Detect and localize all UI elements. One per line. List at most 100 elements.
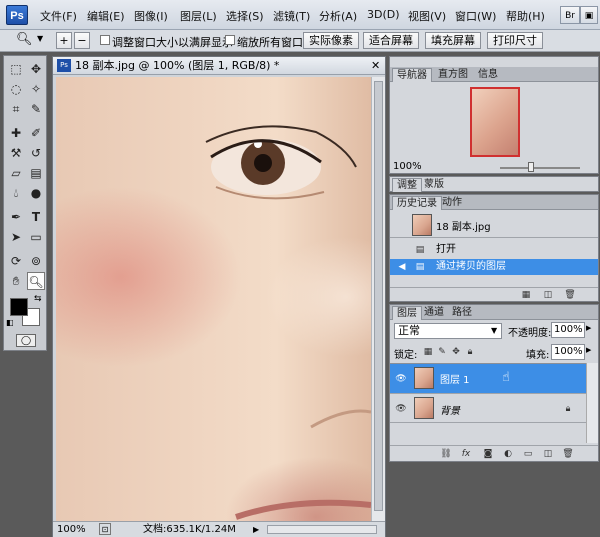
- tab-navigator[interactable]: 导航器: [392, 68, 432, 82]
- navigator-thumbnail[interactable]: [470, 87, 520, 157]
- clone-stamp-tool-icon[interactable]: ⚒: [7, 144, 25, 162]
- eye-icon[interactable]: 👁︎: [395, 403, 407, 415]
- quick-select-tool-icon[interactable]: ✧: [27, 80, 45, 98]
- document-title-bar[interactable]: Ps 18 副本.jpg @ 100% (图层 1, RGB/8) * ✕: [53, 57, 385, 75]
- shape-tool-icon[interactable]: ▭: [27, 228, 45, 246]
- canvas-image[interactable]: [56, 77, 371, 521]
- swap-colors-icon[interactable]: ⇆: [34, 294, 42, 304]
- opacity-input[interactable]: 100%: [551, 322, 585, 338]
- new-layer-icon[interactable]: ◫: [542, 448, 554, 460]
- eye-icon[interactable]: 👁︎: [395, 373, 407, 385]
- chevron-down-icon[interactable]: ▼: [37, 34, 43, 43]
- lock-pixels-icon[interactable]: ✎: [436, 346, 448, 358]
- layers-scrollbar[interactable]: [586, 363, 598, 443]
- navigator-zoom-thumb[interactable]: [528, 162, 534, 172]
- fill-input[interactable]: 100%: [551, 344, 585, 360]
- add-mask-icon[interactable]: ◙: [482, 448, 494, 460]
- tab-history[interactable]: 历史记录: [392, 196, 442, 210]
- bridge-button[interactable]: Br: [560, 6, 580, 24]
- zoom-tool-icon[interactable]: 🔍︎: [27, 272, 45, 290]
- layer-name[interactable]: 图层 1: [440, 371, 470, 386]
- zoom-level[interactable]: 100%: [57, 522, 86, 537]
- quick-mask-icon[interactable]: ◯: [16, 334, 36, 347]
- hand-tool-icon[interactable]: ✋︎: [7, 272, 25, 290]
- eraser-tool-icon[interactable]: ▱: [7, 164, 25, 182]
- move-tool-icon[interactable]: ✥: [27, 60, 45, 78]
- history-state-icon[interactable]: ◀: [396, 261, 408, 273]
- navigator-zoom[interactable]: 100%: [393, 161, 422, 172]
- tab-info[interactable]: 信息: [474, 68, 502, 82]
- lock-transparency-icon[interactable]: ▦: [422, 346, 434, 358]
- status-menu-icon[interactable]: ⊡: [99, 523, 111, 535]
- healing-brush-tool-icon[interactable]: ✚: [7, 124, 25, 142]
- history-item-selected[interactable]: ◀ ▤ 通过拷贝的图层: [390, 259, 598, 275]
- history-snapshot[interactable]: 18 副本.jpg: [390, 212, 598, 238]
- trash-icon[interactable]: 🗑︎: [562, 448, 574, 460]
- path-select-tool-icon[interactable]: ➤: [7, 228, 25, 246]
- tab-layers[interactable]: 图层: [392, 306, 422, 320]
- 3d-orbit-tool-icon[interactable]: ⊚: [27, 252, 45, 270]
- scroll-thumb[interactable]: [374, 81, 383, 511]
- menu-window[interactable]: 窗口(W): [455, 8, 496, 24]
- new-document-from-state-icon[interactable]: ▦: [520, 289, 532, 301]
- pen-tool-icon[interactable]: ✒: [7, 208, 25, 226]
- navigator-zoom-slider[interactable]: [500, 167, 580, 169]
- menu-3d[interactable]: 3D(D): [367, 8, 400, 21]
- dodge-tool-icon[interactable]: ●: [27, 184, 45, 202]
- lock-all-icon[interactable]: 🔒︎: [464, 346, 476, 358]
- brush-tool-icon[interactable]: ✐: [27, 124, 45, 142]
- tab-adjustments[interactable]: 调整: [392, 178, 422, 192]
- default-colors-icon[interactable]: ◧: [6, 318, 14, 327]
- 3d-rotate-tool-icon[interactable]: ⟳: [7, 252, 25, 270]
- horizontal-scrollbar[interactable]: [267, 525, 377, 534]
- fit-screen-button[interactable]: 适合屏幕: [363, 32, 419, 49]
- lock-position-icon[interactable]: ✥: [450, 346, 462, 358]
- new-group-icon[interactable]: ▭: [522, 448, 534, 460]
- menu-analysis[interactable]: 分析(A): [319, 8, 357, 24]
- new-snapshot-icon[interactable]: ◫: [542, 289, 554, 301]
- vertical-scrollbar[interactable]: [371, 77, 385, 521]
- marquee-tool-icon[interactable]: ⬚: [7, 60, 25, 78]
- lasso-tool-icon[interactable]: ◌: [7, 80, 25, 98]
- tab-histogram[interactable]: 直方图: [434, 68, 472, 82]
- zoom-all-checkbox[interactable]: [225, 35, 235, 45]
- fill-arrow-icon[interactable]: ▶: [586, 346, 591, 354]
- menu-select[interactable]: 选择(S): [226, 8, 264, 24]
- tab-paths[interactable]: 路径: [448, 306, 476, 320]
- opacity-arrow-icon[interactable]: ▶: [586, 324, 591, 332]
- screen-mode-button[interactable]: ▣: [580, 6, 598, 24]
- menu-layer[interactable]: 图层(L): [180, 8, 217, 24]
- menu-view[interactable]: 视图(V): [408, 8, 446, 24]
- trash-icon[interactable]: 🗑︎: [564, 289, 576, 301]
- resize-windows-checkbox[interactable]: [100, 35, 110, 45]
- history-item[interactable]: ▤ 打开: [390, 242, 598, 258]
- fill-screen-button[interactable]: 填充屏幕: [425, 32, 481, 49]
- menu-help[interactable]: 帮助(H): [506, 8, 545, 24]
- blur-tool-icon[interactable]: 💧︎: [7, 184, 25, 202]
- menu-image[interactable]: 图像(I): [134, 8, 168, 24]
- history-brush-tool-icon[interactable]: ↺: [27, 144, 45, 162]
- eyedropper-tool-icon[interactable]: ✎: [27, 100, 45, 118]
- layer-row[interactable]: 👁︎ 背景 🔒︎: [390, 393, 586, 423]
- tab-masks[interactable]: 蒙版: [420, 178, 448, 192]
- tab-actions[interactable]: 动作: [438, 196, 466, 210]
- menu-file[interactable]: 文件(F): [40, 8, 77, 24]
- status-arrow-icon[interactable]: ▶: [253, 522, 259, 537]
- zoom-out-icon[interactable]: −: [74, 32, 90, 49]
- adjustment-layer-icon[interactable]: ◐: [502, 448, 514, 460]
- tab-channels[interactable]: 通道: [420, 306, 448, 320]
- crop-tool-icon[interactable]: ⌗: [7, 100, 25, 118]
- close-icon[interactable]: ✕: [371, 57, 380, 75]
- gradient-tool-icon[interactable]: ▤: [27, 164, 45, 182]
- type-tool-icon[interactable]: T: [27, 208, 45, 226]
- actual-pixels-button[interactable]: 实际像素: [303, 32, 359, 49]
- zoom-in-icon[interactable]: +: [56, 32, 72, 49]
- menu-edit[interactable]: 编辑(E): [87, 8, 125, 24]
- layer-style-icon[interactable]: fx: [460, 448, 472, 460]
- layer-name[interactable]: 背景: [440, 402, 460, 417]
- print-size-button[interactable]: 打印尺寸: [487, 32, 543, 49]
- layer-row-selected[interactable]: 👁︎ 图层 1 ☝︎: [390, 363, 586, 393]
- menu-filter[interactable]: 滤镜(T): [273, 8, 310, 24]
- blend-mode-select[interactable]: 正常 ▼: [394, 323, 502, 339]
- zoom-icon[interactable]: 🔍︎: [16, 32, 33, 47]
